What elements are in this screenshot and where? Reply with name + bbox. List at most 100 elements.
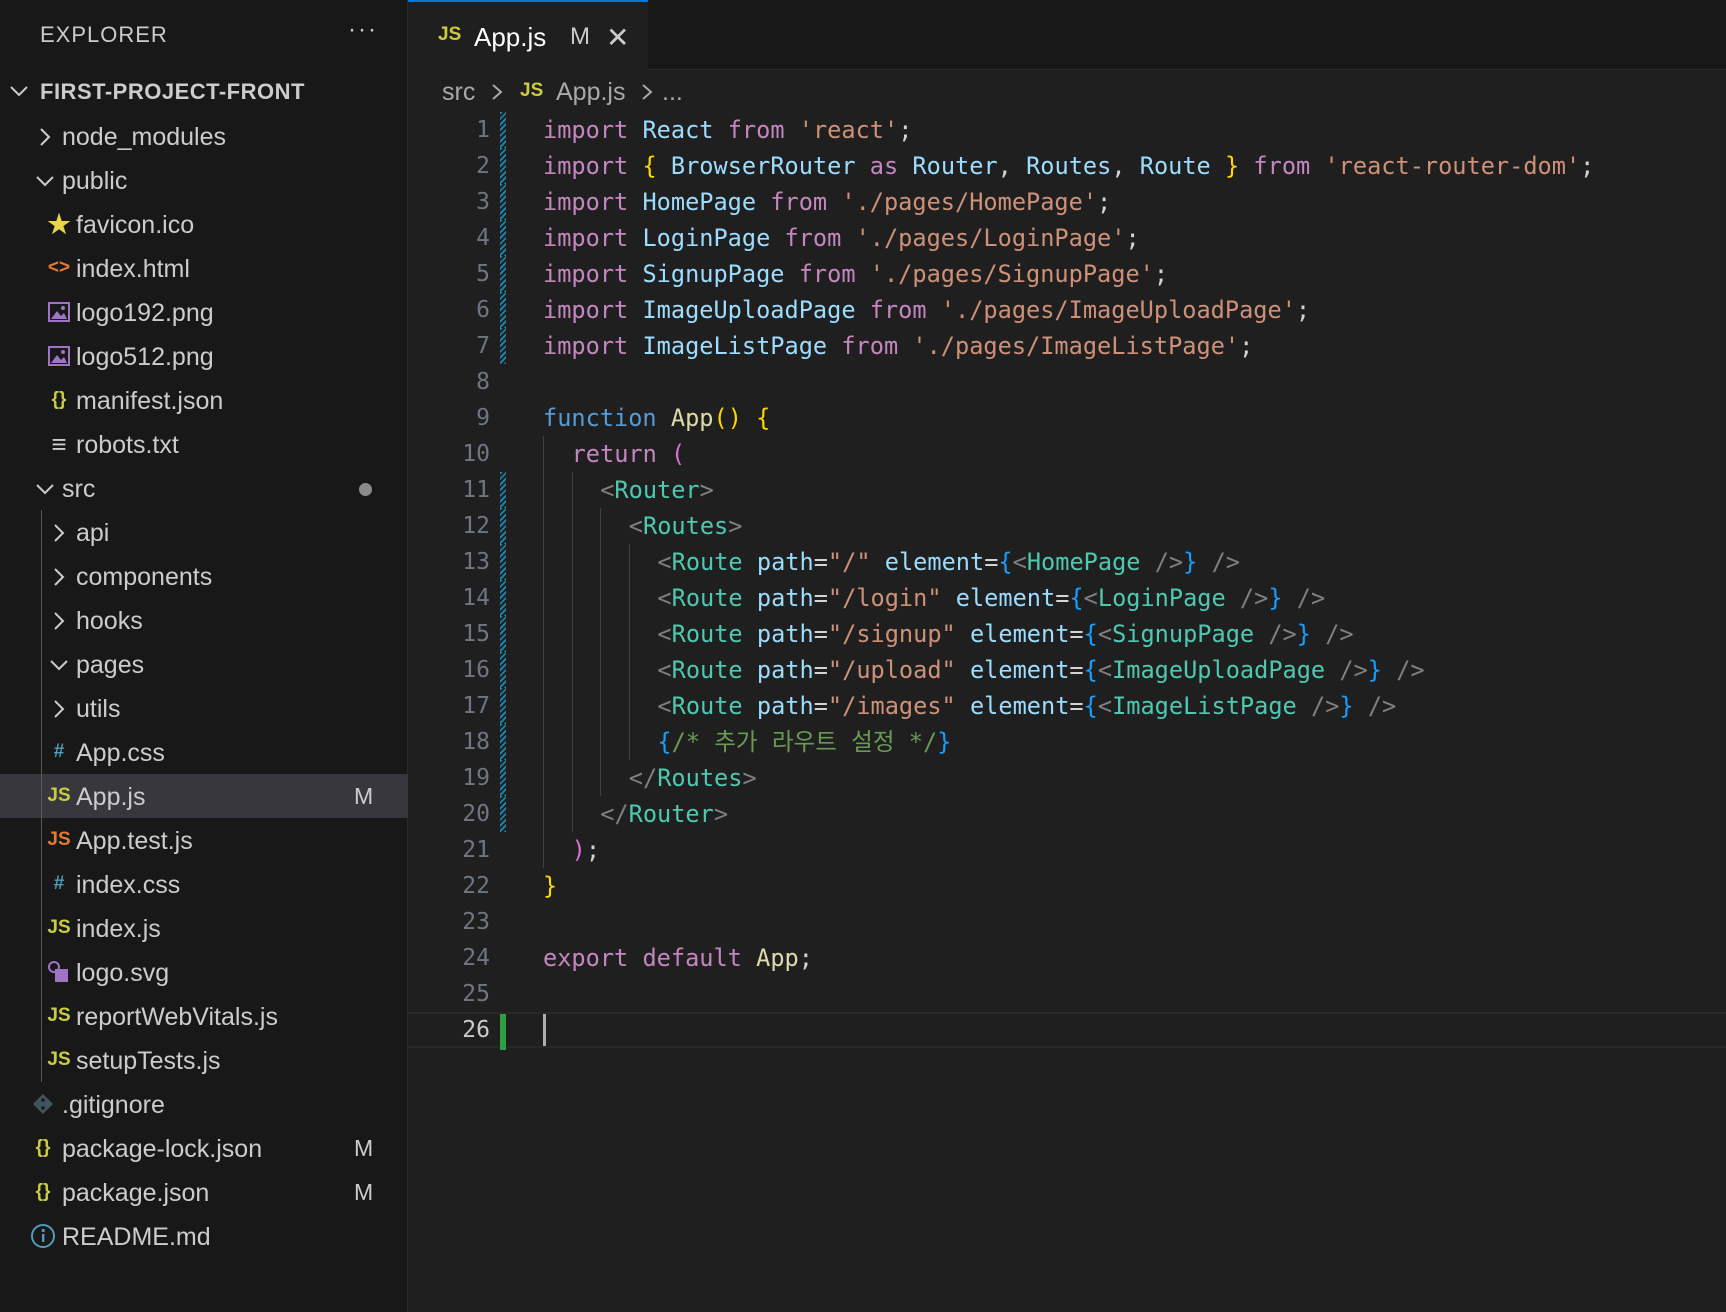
modified-line-marker[interactable] — [500, 472, 506, 508]
code-text: } — [543, 868, 557, 904]
indent-guide — [543, 760, 544, 796]
file-item-app-js[interactable]: JS App.js M — [0, 774, 408, 818]
modified-line-marker[interactable] — [500, 796, 506, 832]
code-token: 'react-router-dom' — [1324, 152, 1581, 180]
project-name: FIRST-PROJECT-FRONT — [40, 79, 305, 104]
file-item-logo192-png[interactable]: logo192.png — [0, 290, 408, 334]
modified-line-marker[interactable] — [500, 688, 506, 724]
modified-line-marker[interactable] — [500, 724, 506, 760]
modified-line-marker[interactable] — [500, 112, 506, 148]
modified-line-marker[interactable] — [500, 184, 506, 220]
modified-line-marker[interactable] — [500, 760, 506, 796]
code-line[interactable]: 2 import { BrowserRouter as Router, Route… — [408, 148, 1726, 184]
code-token: , — [997, 152, 1027, 180]
breadcrumb-file[interactable]: App.js — [556, 78, 625, 107]
folder-item-utils[interactable]: utils — [0, 686, 408, 730]
code-token: /* 추가 라우트 설정 */ — [671, 728, 938, 756]
project-folder-header[interactable]: FIRST-PROJECT-FRONT — [0, 70, 408, 114]
file-item-package-json[interactable]: {} package.json M — [0, 1170, 408, 1214]
code-line[interactable]: 8 — [408, 364, 1726, 400]
file-item-index-html[interactable]: <> index.html — [0, 246, 408, 290]
code-line[interactable]: 9 function App() { — [408, 400, 1726, 436]
code-token: > — [728, 512, 743, 540]
code-line[interactable]: 10 return ( — [408, 436, 1726, 472]
folder-item-components[interactable]: components — [0, 554, 408, 598]
code-line[interactable]: 6 import ImageUploadPage from './pages/Im… — [408, 292, 1726, 328]
file-item-logo-svg[interactable]: logo.svg — [0, 950, 408, 994]
folder-item-public[interactable]: public — [0, 158, 408, 202]
modified-line-marker[interactable] — [500, 220, 506, 256]
code-line[interactable]: 20 </Router> — [408, 796, 1726, 832]
file-item-app-test-js[interactable]: JS App.test.js — [0, 818, 408, 862]
file-item-package-lock-json[interactable]: {} package-lock.json M — [0, 1126, 408, 1170]
code-line[interactable]: 3 import HomePage from './pages/HomePage'… — [408, 184, 1726, 220]
breadcrumb-folder[interactable]: src — [442, 78, 475, 107]
modified-line-marker[interactable] — [500, 544, 506, 580]
modified-line-marker[interactable] — [500, 508, 506, 544]
js-icon: JS — [47, 785, 71, 806]
modified-line-marker[interactable] — [500, 616, 506, 652]
tree-item-label: App.js — [76, 783, 146, 811]
modified-line-marker[interactable] — [500, 328, 506, 364]
code-token: /> — [1367, 692, 1397, 720]
code-line[interactable]: 23 — [408, 904, 1726, 940]
file-item-setuptests-js[interactable]: JS setupTests.js — [0, 1038, 408, 1082]
code-token: from — [1253, 152, 1311, 180]
indent-guide — [543, 508, 544, 544]
file-item-manifest-json[interactable]: {} manifest.json — [0, 378, 408, 422]
folder-item-pages[interactable]: pages — [0, 642, 408, 686]
folder-item-api[interactable]: api — [0, 510, 408, 554]
code-line[interactable]: 7 import ImageListPage from './pages/Imag… — [408, 328, 1726, 364]
file-item-app-css[interactable]: # App.css — [0, 730, 408, 774]
more-actions-button[interactable]: ··· — [348, 16, 378, 44]
folder-item-node-modules[interactable]: node_modules — [0, 114, 408, 158]
modified-line-marker[interactable] — [500, 148, 506, 184]
code-token: /> — [1325, 620, 1354, 648]
folder-item-hooks[interactable]: hooks — [0, 598, 408, 642]
code-line[interactable]: 22} — [408, 868, 1726, 904]
tree-item-label: robots.txt — [76, 431, 179, 459]
line-number: 18 — [462, 729, 490, 755]
added-line-marker[interactable] — [500, 1014, 506, 1050]
modified-line-marker[interactable] — [500, 652, 506, 688]
file-item-index-css[interactable]: # index.css — [0, 862, 408, 906]
close-icon[interactable]: ✕ — [606, 21, 629, 54]
file-item-index-js[interactable]: JS index.js — [0, 906, 408, 950]
file-item-reportwebvitals-js[interactable]: JS reportWebVitals.js — [0, 994, 408, 1038]
file-item-favicon-ico[interactable]: ★ favicon.ico — [0, 202, 408, 246]
code-token: = — [813, 692, 828, 720]
file-item-gitignore[interactable]: .gitignore — [0, 1082, 408, 1126]
breadcrumb-more[interactable]: ... — [662, 78, 683, 107]
modified-line-marker[interactable] — [500, 256, 506, 292]
code-line[interactable]: 17 <Route path="/images" element={<ImageL… — [408, 688, 1726, 724]
code-line[interactable]: 15 <Route path="/signup" element={<Signup… — [408, 616, 1726, 652]
code-editor[interactable]: 1 import React from 'react'; 2 import { Bro… — [408, 112, 1726, 1312]
code-line[interactable]: 26 — [408, 1012, 1726, 1050]
code-line[interactable]: 16 <Route path="/upload" element={<ImageU… — [408, 652, 1726, 688]
code-line[interactable]: 5 import SignupPage from './pages/SignupP… — [408, 256, 1726, 292]
code-line[interactable]: 24 export default App; — [408, 940, 1726, 976]
code-token: element — [969, 692, 1070, 720]
code-line[interactable]: 13 <Route path="/" element={<HomePage />}… — [408, 544, 1726, 580]
code-line[interactable]: 4 import LoginPage from './pages/LoginPag… — [408, 220, 1726, 256]
code-text: <Routes> — [629, 508, 743, 544]
code-line[interactable]: 11 <Router> — [408, 472, 1726, 508]
code-token: './pages/LoginPage' — [855, 224, 1126, 252]
file-item-logo512-png[interactable]: logo512.png — [0, 334, 408, 378]
folder-item-src[interactable]: src — [0, 466, 408, 510]
code-line[interactable]: 21); — [408, 832, 1726, 868]
code-token: element — [969, 620, 1070, 648]
code-line[interactable]: 19 </Routes> — [408, 760, 1726, 796]
code-line[interactable]: 1 import React from 'react'; — [408, 112, 1726, 148]
tab-app-js[interactable]: JS App.js M ✕ — [408, 0, 648, 70]
modified-line-marker[interactable] — [500, 580, 506, 616]
modified-line-marker[interactable] — [500, 292, 506, 328]
file-item-readme-md[interactable]: README.md — [0, 1214, 408, 1258]
file-item-robots-txt[interactable]: ≡ robots.txt — [0, 422, 408, 466]
code-line[interactable]: 14 <Route path="/login" element={<LoginPa… — [408, 580, 1726, 616]
code-line[interactable]: 12 <Routes> — [408, 508, 1726, 544]
code-line[interactable]: 18 {/* 추가 라우트 설정 */} — [408, 724, 1726, 760]
code-line[interactable]: 25 — [408, 976, 1726, 1012]
